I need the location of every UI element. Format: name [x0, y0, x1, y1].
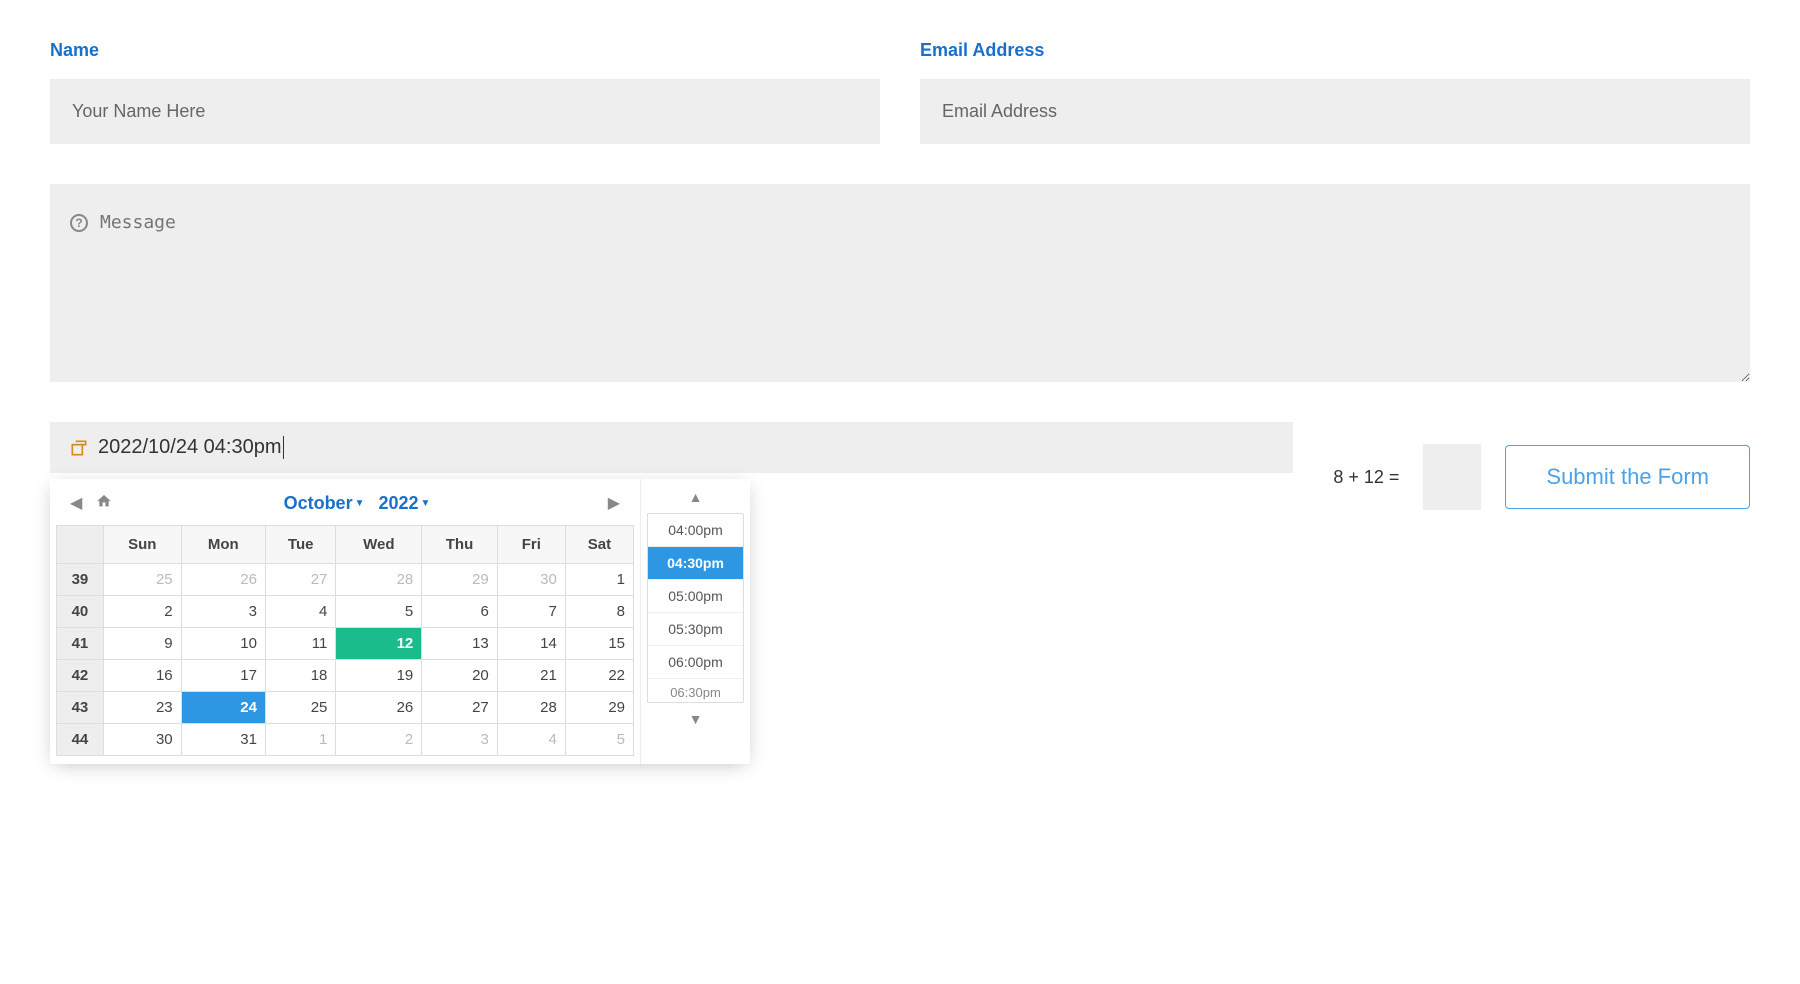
calendar-day[interactable]: 14	[497, 628, 565, 660]
month-selector[interactable]: October▼	[284, 493, 365, 514]
name-label: Name	[50, 40, 880, 61]
name-input[interactable]	[50, 79, 880, 144]
time-option[interactable]: 04:30pm	[648, 547, 743, 580]
day-header: Sun	[103, 526, 181, 564]
prev-month-button[interactable]: ◀	[64, 491, 88, 515]
calendar-day[interactable]: 26	[336, 692, 422, 724]
calendar-day[interactable]: 27	[422, 692, 498, 724]
next-month-button[interactable]: ▶	[602, 491, 626, 515]
calendar-day[interactable]: 11	[265, 628, 335, 660]
time-panel: ▲ 04:00pm04:30pm05:00pm05:30pm06:00pm06:…	[640, 479, 750, 764]
calendar-day[interactable]: 2	[336, 724, 422, 756]
calendar-day[interactable]: 25	[103, 564, 181, 596]
week-number: 42	[57, 660, 104, 692]
week-number: 40	[57, 596, 104, 628]
calendar-day[interactable]: 1	[265, 724, 335, 756]
weeknum-header	[57, 526, 104, 564]
time-option[interactable]: 05:00pm	[648, 580, 743, 613]
time-list: 04:00pm04:30pm05:00pm05:30pm06:00pm06:30…	[647, 513, 744, 703]
calendar-day[interactable]: 25	[265, 692, 335, 724]
time-option[interactable]: 06:00pm	[648, 646, 743, 679]
calendar-day[interactable]: 18	[265, 660, 335, 692]
calendar-day[interactable]: 28	[497, 692, 565, 724]
caret-down-icon: ▼	[421, 498, 431, 509]
day-header: Wed	[336, 526, 422, 564]
time-option[interactable]: 05:30pm	[648, 613, 743, 646]
week-number: 41	[57, 628, 104, 660]
calendar-day[interactable]: 6	[422, 596, 498, 628]
day-header: Mon	[181, 526, 265, 564]
calendar-day[interactable]: 30	[497, 564, 565, 596]
calendar-day[interactable]: 10	[181, 628, 265, 660]
calendar-day[interactable]: 2	[103, 596, 181, 628]
calendar-day[interactable]: 3	[422, 724, 498, 756]
year-selector[interactable]: 2022▼	[378, 493, 430, 514]
calendar-day[interactable]: 29	[565, 692, 633, 724]
calendar-day[interactable]: 1	[565, 564, 633, 596]
calendar-day[interactable]: 28	[336, 564, 422, 596]
day-header: Sat	[565, 526, 633, 564]
calendar-day[interactable]: 5	[565, 724, 633, 756]
today-button[interactable]	[96, 493, 112, 514]
datetime-value: 2022/10/24 04:30pm	[98, 436, 284, 459]
day-header: Tue	[265, 526, 335, 564]
captcha-question: 8 + 12 =	[1333, 467, 1399, 488]
time-option[interactable]: 04:00pm	[648, 514, 743, 547]
calendar-day[interactable]: 23	[103, 692, 181, 724]
message-textarea[interactable]	[50, 184, 1750, 382]
time-option[interactable]: 06:30pm	[648, 679, 743, 702]
calendar-day[interactable]: 12	[336, 628, 422, 660]
calendar-day[interactable]: 27	[265, 564, 335, 596]
calendar-day[interactable]: 15	[565, 628, 633, 660]
datetime-input[interactable]: 2022/10/24 04:30pm	[50, 422, 1293, 473]
calendar-day[interactable]: 17	[181, 660, 265, 692]
calendar-day[interactable]: 29	[422, 564, 498, 596]
calendar-day[interactable]: 4	[265, 596, 335, 628]
calendar-day[interactable]: 24	[181, 692, 265, 724]
calendar-panel: ◀ October▼ 2022▼ ▶ SunMonTueWedThuFriSat…	[50, 479, 640, 764]
email-label: Email Address	[920, 40, 1750, 61]
calendar-day[interactable]: 4	[497, 724, 565, 756]
calendar-day[interactable]: 19	[336, 660, 422, 692]
calendar-day[interactable]: 13	[422, 628, 498, 660]
submit-button[interactable]: Submit the Form	[1505, 445, 1750, 509]
calendar-day[interactable]: 7	[497, 596, 565, 628]
calendar-day[interactable]: 5	[336, 596, 422, 628]
calendar-day[interactable]: 30	[103, 724, 181, 756]
calendar-day[interactable]: 8	[565, 596, 633, 628]
calendar-day[interactable]: 31	[181, 724, 265, 756]
caret-down-icon: ▼	[355, 498, 365, 509]
calendar-day[interactable]: 21	[497, 660, 565, 692]
day-header: Thu	[422, 526, 498, 564]
calendar-day[interactable]: 16	[103, 660, 181, 692]
calendar-day[interactable]: 20	[422, 660, 498, 692]
email-input[interactable]	[920, 79, 1750, 144]
week-number: 44	[57, 724, 104, 756]
time-scroll-up[interactable]: ▲	[647, 487, 744, 507]
calendar-day[interactable]: 22	[565, 660, 633, 692]
calendar-day[interactable]: 3	[181, 596, 265, 628]
calendar-day[interactable]: 26	[181, 564, 265, 596]
week-number: 39	[57, 564, 104, 596]
calendar-icon	[68, 437, 90, 459]
calendar-day[interactable]: 9	[103, 628, 181, 660]
captcha-input[interactable]	[1423, 444, 1481, 510]
week-number: 43	[57, 692, 104, 724]
day-header: Fri	[497, 526, 565, 564]
datetime-picker: ◀ October▼ 2022▼ ▶ SunMonTueWedThuFriSat…	[50, 479, 750, 764]
time-scroll-down[interactable]: ▼	[647, 709, 744, 729]
help-icon[interactable]: ?	[70, 214, 88, 232]
calendar-grid: SunMonTueWedThuFriSat 392526272829301402…	[56, 525, 634, 756]
